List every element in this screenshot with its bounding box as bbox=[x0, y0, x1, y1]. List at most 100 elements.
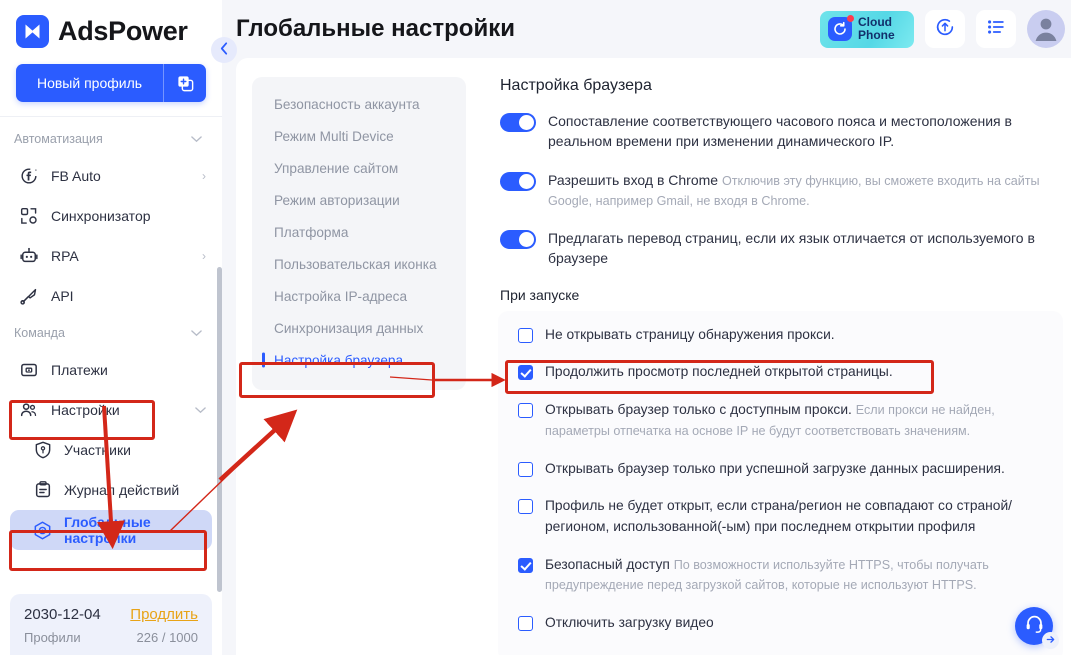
list-icon bbox=[985, 16, 1007, 43]
checkbox-row-no-proxy-detect-page: Не открывать страницу обнаружения прокси… bbox=[510, 325, 1051, 346]
synchronizer-icon bbox=[18, 206, 39, 227]
clipboard-icon bbox=[32, 480, 53, 501]
page-title: Глобальные настройки bbox=[236, 15, 515, 42]
checkbox-label: Продолжить просмотр последней открытой с… bbox=[545, 362, 1051, 383]
sidebar-item-label: FB Auto bbox=[51, 168, 101, 184]
user-avatar[interactable] bbox=[1027, 10, 1065, 48]
sidebar-scroll-region: Автоматизация FB Auto › Синхронизатор RP… bbox=[0, 122, 222, 592]
startup-section-label: При запуске bbox=[500, 286, 580, 303]
checkbox-label: Открывать браузер только с доступным про… bbox=[545, 400, 1051, 441]
sidebar-item-label: Участники bbox=[64, 441, 131, 458]
checkbox-extension-data-loaded[interactable] bbox=[518, 461, 533, 477]
sidebar-item-label: Глобальные настройки bbox=[64, 513, 151, 546]
settings-nav-item-6[interactable]: Настройка IP-адреса bbox=[252, 281, 466, 313]
payments-icon bbox=[18, 360, 39, 381]
support-expand-button[interactable] bbox=[1042, 632, 1059, 649]
headset-icon bbox=[1024, 613, 1045, 639]
cloud-phone-icon bbox=[828, 15, 854, 41]
brand-name: AdsPower bbox=[58, 15, 188, 46]
adspower-logo-icon bbox=[16, 14, 49, 48]
sidebar-item-activity-log[interactable]: Журнал действий bbox=[0, 470, 222, 510]
checkbox-continue-last-page[interactable] bbox=[518, 365, 533, 381]
toggle-timezone-match[interactable] bbox=[500, 113, 536, 132]
settings-nav-item-2[interactable]: Управление сайтом bbox=[252, 153, 466, 185]
settings-nav-item-3[interactable]: Режим авторизации bbox=[252, 185, 466, 217]
toggle-row-translate: Предлагать перевод страниц, если их язык… bbox=[498, 228, 1063, 269]
sidebar-item-global-settings[interactable]: Глобальные настройки bbox=[10, 510, 212, 550]
toggle-translate-pages[interactable] bbox=[500, 230, 536, 250]
list-button[interactable] bbox=[976, 10, 1016, 48]
sidebar-group-label: Автоматизация bbox=[14, 132, 103, 146]
sidebar-item-api[interactable]: API bbox=[0, 276, 222, 316]
chevron-down-icon[interactable] bbox=[195, 403, 206, 417]
sidebar-group-label: Команда bbox=[14, 326, 65, 340]
sidebar-item-label: Платежи bbox=[51, 362, 108, 378]
sidebar-item-payments[interactable]: Платежи bbox=[0, 350, 222, 390]
robot-icon bbox=[18, 246, 39, 267]
app-root: AdsPower Новый профиль Автоматизация FB … bbox=[0, 0, 1071, 655]
sidebar-item-settings[interactable]: Настройки bbox=[0, 390, 222, 430]
checkbox-row-continue-last-page: Продолжить просмотр последней открытой с… bbox=[510, 362, 1051, 383]
cloud-phone-button[interactable]: Cloud Phone bbox=[820, 10, 914, 48]
browser-settings-pane: Настройка браузера Сопоставление соответ… bbox=[498, 77, 1063, 655]
checkbox-text: Не открывать страницу обнаружения прокси… bbox=[545, 326, 835, 342]
checkbox-row-only-available-proxy: Открывать браузер только с доступным про… bbox=[510, 400, 1051, 441]
chevron-left-icon bbox=[219, 42, 229, 58]
checkbox-no-proxy-detect-page[interactable] bbox=[518, 327, 533, 343]
checkbox-text: Профиль не будет открыт, если страна/рег… bbox=[545, 498, 1013, 534]
checkbox-label: Безопасный доступ По возможности использ… bbox=[545, 555, 1051, 596]
toggle-chrome-signin[interactable] bbox=[500, 171, 536, 191]
checkbox-secure-access[interactable] bbox=[518, 557, 533, 573]
chevron-right-icon: › bbox=[202, 249, 206, 263]
settings-nav-item-0[interactable]: Безопасность аккаунта bbox=[252, 89, 466, 121]
new-profile-button[interactable]: Новый профиль bbox=[16, 64, 164, 102]
sidebar-collapse-button[interactable] bbox=[211, 37, 237, 63]
user-avatar-icon bbox=[1030, 10, 1062, 48]
add-profile-icon[interactable] bbox=[164, 64, 206, 102]
sync-button[interactable] bbox=[925, 10, 965, 48]
sidebar-divider bbox=[0, 116, 222, 117]
settings-nav-item-7[interactable]: Синхронизация данных bbox=[252, 313, 466, 345]
renew-link[interactable]: Продлить bbox=[130, 606, 198, 623]
toggle-label: Разрешить вход в Chrome Отключив эту фун… bbox=[548, 170, 1063, 211]
settings-nav-item-browser-settings[interactable]: Настройка браузера bbox=[252, 345, 466, 377]
brand: AdsPower bbox=[0, 0, 222, 52]
checkbox-label: Не открывать страницу обнаружения прокси… bbox=[545, 325, 1051, 346]
settings-nav-item-5[interactable]: Пользовательская иконка bbox=[252, 249, 466, 281]
settings-nav-item-4[interactable]: Платформа bbox=[252, 217, 466, 249]
settings-nav-item-1[interactable]: Режим Multi Device bbox=[252, 121, 466, 153]
sidebar-group-automation[interactable]: Автоматизация bbox=[0, 122, 222, 156]
startup-options-card: Не открывать страницу обнаружения прокси… bbox=[498, 310, 1063, 655]
sidebar-group-team[interactable]: Команда bbox=[0, 316, 222, 350]
settings-nav: Безопасность аккаунта Режим Multi Device… bbox=[252, 77, 466, 391]
toggle-text: Сопоставление соответствующего часового … bbox=[548, 113, 1012, 150]
sidebar-item-label: Журнал действий bbox=[64, 481, 180, 498]
toggle-row-chrome-signin: Разрешить вход в Chrome Отключив эту фун… bbox=[498, 170, 1063, 211]
sidebar-item-participants[interactable]: Участники bbox=[0, 430, 222, 470]
sidebar-item-label: RPA bbox=[51, 248, 79, 264]
toggle-label: Предлагать перевод страниц, если их язык… bbox=[548, 228, 1063, 269]
checkbox-country-mismatch[interactable] bbox=[518, 499, 533, 515]
sidebar-item-synchronizer[interactable]: Синхронизатор bbox=[0, 196, 222, 236]
chevron-down-icon[interactable] bbox=[191, 326, 202, 340]
new-profile-group: Новый профиль bbox=[16, 64, 206, 102]
checkbox-row-disable-video: Отключить загрузку видео bbox=[510, 613, 1051, 634]
sidebar-item-label: API bbox=[51, 288, 74, 304]
checkbox-row-extension-data-loaded: Открывать браузер только при успешной за… bbox=[510, 459, 1051, 480]
checkbox-only-available-proxy[interactable] bbox=[518, 403, 533, 419]
sidebar-scrollbar[interactable] bbox=[217, 267, 222, 592]
sync-upload-icon bbox=[934, 16, 956, 43]
team-icon bbox=[18, 400, 39, 421]
checkbox-label: Профиль не будет открыт, если страна/рег… bbox=[545, 496, 1051, 537]
checkbox-text: Открывать браузер только при успешной за… bbox=[545, 460, 1005, 476]
checkbox-disable-video[interactable] bbox=[518, 615, 533, 631]
checkbox-row-secure-access: Безопасный доступ По возможности использ… bbox=[510, 555, 1051, 596]
sidebar-item-fb-auto[interactable]: FB Auto › bbox=[0, 156, 222, 196]
notification-dot bbox=[847, 15, 854, 22]
sidebar-footer: 2030-12-04 Продлить Профили 226 / 1000 bbox=[10, 594, 212, 655]
shield-user-icon bbox=[32, 440, 53, 461]
profiles-count: 226 / 1000 bbox=[136, 630, 198, 645]
pane-title: Настройка браузера bbox=[500, 77, 652, 94]
chevron-down-icon[interactable] bbox=[191, 132, 202, 146]
sidebar-item-rpa[interactable]: RPA › bbox=[0, 236, 222, 276]
